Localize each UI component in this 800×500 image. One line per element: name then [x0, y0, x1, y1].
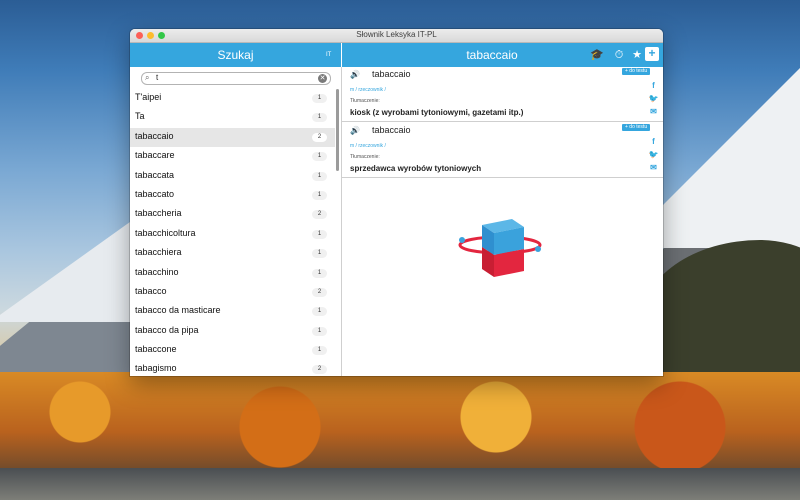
list-item[interactable]: tabacco da masticare 1 — [130, 302, 335, 321]
list-item[interactable]: tabaccheria 2 — [130, 205, 335, 224]
list-item[interactable]: tabaccare 1 — [130, 147, 335, 166]
list-item-label: tabaccone — [135, 344, 177, 355]
logo-dot-right — [535, 246, 541, 252]
mail-icon[interactable]: ✉ — [648, 163, 659, 172]
facebook-icon[interactable]: f — [648, 81, 659, 90]
entry-panel: 🔊 tabaccaio m / rzeczownik / Tłumaczenie… — [342, 67, 663, 376]
entry-card: 🔊 tabaccaio m / rzeczownik / Tłumaczenie… — [342, 67, 663, 122]
app-window: Słownik Leksyka IT-PL Szukaj IT tabaccai… — [130, 29, 663, 376]
list-item-count-badge: 1 — [312, 152, 327, 162]
translation-label: Tłumaczenie: — [350, 154, 380, 160]
list-item-label: Ta — [135, 111, 145, 122]
list-item[interactable]: tabaccone 1 — [130, 341, 335, 360]
star-icon[interactable]: ★ — [630, 48, 644, 62]
list-item-label: tabaccaio — [135, 130, 174, 141]
list-item-count-badge: 1 — [312, 94, 327, 103]
search-header: Szukaj IT — [130, 43, 341, 67]
list-item-count-badge: 1 — [312, 190, 327, 200]
search-header-title: Szukaj — [217, 48, 254, 62]
translation-label: Tłumaczenie: — [350, 98, 380, 104]
search-icon: ⌕ — [145, 73, 150, 82]
list-item-count-badge: 1 — [312, 171, 327, 181]
list-item[interactable]: tabaccato 1 — [130, 186, 335, 205]
list-item-count-badge: 1 — [312, 229, 327, 239]
list-item[interactable]: tabagismo 2 — [130, 360, 335, 376]
list-item-count-badge: 2 — [312, 210, 327, 220]
list-item[interactable]: tabaccaio 2 — [130, 127, 335, 148]
list-item[interactable]: tabacchicoltura 1 — [130, 225, 335, 244]
list-item[interactable]: tabacchiera 1 — [130, 244, 335, 263]
part-of-speech: m / rzeczownik / — [350, 87, 386, 93]
autumn-forest — [0, 372, 800, 472]
list-item-count-badge: 2 — [312, 365, 327, 375]
window-title: Słownik Leksyka IT-PL — [356, 30, 437, 39]
language-badge[interactable]: IT — [326, 52, 331, 58]
list-item[interactable]: T'aipei 1 — [130, 89, 335, 108]
add-to-test-button[interactable]: + do testu — [622, 68, 651, 75]
part-of-speech: m / rzeczownik / — [350, 143, 386, 149]
list-item-label: tabacchiera — [135, 247, 182, 258]
list-item[interactable]: tabacchino 1 — [130, 264, 335, 283]
list-item-count-badge: 1 — [312, 113, 327, 123]
list-item-label: tabaccato — [135, 188, 175, 199]
graduation-cap-icon[interactable]: 🎓 — [590, 48, 604, 62]
speaker-icon[interactable]: 🔊 — [350, 70, 360, 79]
list-item-label: tabaccheria — [135, 208, 182, 219]
translation-text: kiosk (z wyrobami tytoniowymi, gazetami … — [350, 108, 524, 117]
logo-dot-left — [459, 237, 465, 243]
list-item-label: tabaccata — [135, 169, 175, 180]
list-item-label: tabacco — [135, 285, 167, 296]
mail-icon[interactable]: ✉ — [648, 107, 659, 116]
list-item-count-badge: 1 — [312, 346, 327, 356]
list-item[interactable]: tabaccata 1 — [130, 167, 335, 186]
twitter-icon[interactable]: 🐦 — [648, 150, 659, 159]
list-item-count-badge: 1 — [312, 249, 327, 259]
list-item-count-badge: 2 — [312, 132, 327, 142]
list-item-count-badge: 2 — [312, 287, 327, 297]
entry-word: tabaccaio — [372, 69, 411, 79]
word-list: T'aipei 1 Ta 1 tabaccaio 2 tabaccare 1 tabaccata… — [130, 89, 335, 376]
speaker-icon[interactable]: 🔊 — [350, 126, 360, 135]
title-bar[interactable]: Słownik Leksyka IT-PL — [130, 29, 663, 43]
list-item-label: tabaccare — [135, 150, 175, 161]
add-to-test-button[interactable]: + do testu — [622, 124, 651, 131]
app-logo — [458, 219, 542, 277]
entry-card: 🔊 tabaccaio m / rzeczownik / Tłumaczenie… — [342, 123, 663, 178]
list-item-count-badge: 1 — [312, 268, 327, 278]
search-value: t — [156, 73, 159, 82]
clock-icon[interactable]: ⏱ — [612, 48, 626, 62]
list-scrollbar[interactable] — [336, 89, 339, 171]
entry-header: tabaccaio 🎓 ⏱ ★ + — [342, 43, 663, 67]
twitter-icon[interactable]: 🐦 — [648, 94, 659, 103]
list-item-count-badge: 1 — [312, 326, 327, 336]
list-item-label: T'aipei — [135, 92, 162, 102]
lake — [0, 468, 800, 500]
list-item[interactable]: tabacco 2 — [130, 283, 335, 302]
list-item-label: tabacchicoltura — [135, 227, 196, 238]
plus-icon[interactable]: + — [645, 47, 659, 61]
search-input[interactable]: ⌕ t ✕ — [141, 72, 331, 85]
list-item-count-badge: 1 — [312, 307, 327, 317]
clear-icon[interactable]: ✕ — [318, 74, 327, 83]
list-item-label: tabacchino — [135, 266, 179, 277]
facebook-icon[interactable]: f — [648, 137, 659, 146]
list-item-label: tabagismo — [135, 363, 177, 374]
entry-word: tabaccaio — [372, 125, 411, 135]
list-item-label: tabacco da pipa — [135, 324, 199, 335]
list-item-label: tabacco da masticare — [135, 305, 221, 316]
translation-text: sprzedawca wyrobów tytoniowych — [350, 164, 482, 173]
list-item[interactable]: tabacco da pipa 1 — [130, 322, 335, 341]
sidebar: ⌕ t ✕ T'aipei 1 Ta 1 tabaccaio 2 tabaccare 1 tab… — [130, 67, 342, 376]
list-item[interactable]: Ta 1 — [130, 108, 335, 127]
